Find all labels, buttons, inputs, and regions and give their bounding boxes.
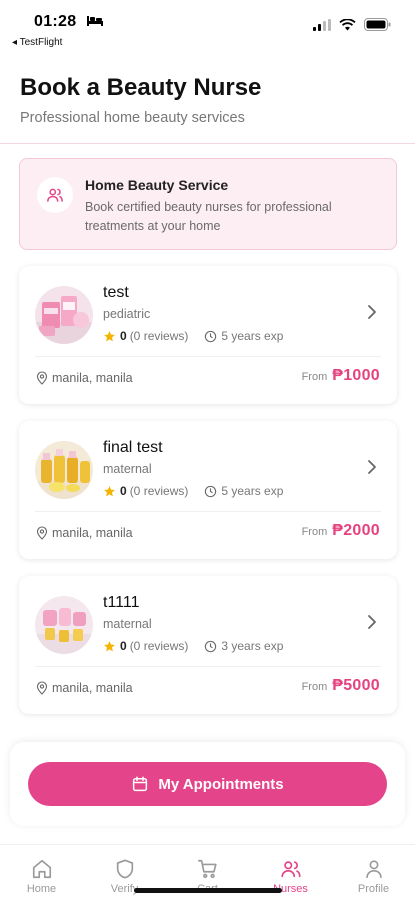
nurse-specialty: maternal — [103, 617, 152, 631]
appointments-panel: My Appointments — [10, 742, 405, 826]
star-icon — [104, 640, 115, 651]
page-subtitle: Professional home beauty services — [20, 110, 245, 126]
map-pin-icon — [36, 526, 48, 540]
star-icon — [104, 330, 115, 341]
clock-icon — [205, 640, 217, 652]
my-appointments-label: My Appointments — [158, 775, 284, 793]
nurse-name: final test — [103, 439, 163, 456]
wifi-icon — [339, 18, 356, 30]
chevron-right-icon[interactable] — [367, 614, 377, 630]
status-bar: 01:28 ◂ TestFlight — [0, 0, 415, 50]
clock-icon — [205, 330, 217, 342]
service-info-title: Home Beauty Service — [85, 177, 229, 193]
nurse-experience: 5 years exp — [204, 329, 283, 343]
price-from-label: From — [301, 371, 328, 383]
nurse-rating: 0 — [120, 639, 127, 653]
nurse-specialty: pediatric — [103, 307, 151, 321]
nurse-price: From ₱2000 — [302, 522, 380, 540]
card-divider — [35, 356, 381, 357]
price-from-label: From — [301, 526, 328, 538]
price-value: ₱2000 — [332, 522, 380, 539]
nurse-reviews: (0 reviews) — [129, 639, 189, 653]
nurse-experience-text: 3 years exp — [221, 639, 284, 653]
clock-icon — [205, 485, 217, 497]
nurse-location-text: manila, manila — [52, 526, 133, 540]
nurse-card[interactable]: final test maternal 0 (0 reviews) 5 year… — [19, 421, 397, 559]
nurse-rating-row: 0 (0 reviews) 5 years exp — [103, 484, 283, 498]
signal-icon — [313, 18, 331, 31]
nurse-location-text: manila, manila — [52, 681, 133, 695]
home-icon — [32, 859, 51, 879]
price-value: ₱1000 — [332, 367, 380, 384]
nurse-avatar — [35, 596, 93, 654]
map-pin-icon — [36, 371, 48, 385]
card-divider — [35, 511, 381, 512]
map-pin-icon — [36, 681, 48, 695]
price-value: ₱5000 — [332, 677, 380, 694]
nurse-experience-text: 5 years exp — [221, 484, 284, 498]
home-indicator[interactable] — [134, 888, 282, 893]
star-icon — [104, 485, 115, 496]
status-time: 01:28 — [34, 13, 77, 30]
header-divider — [0, 143, 415, 144]
shield-icon — [116, 859, 133, 879]
nurse-rating-row: 0 (0 reviews) 3 years exp — [103, 639, 283, 653]
nurse-name: test — [103, 284, 129, 301]
nurse-price: From ₱1000 — [302, 367, 380, 385]
battery-icon — [364, 18, 391, 31]
nav-label: Home — [26, 883, 57, 895]
nurse-card[interactable]: t1111 maternal 0 (0 reviews) 3 years exp… — [19, 576, 397, 714]
nurse-rating-row: 0 (0 reviews) 5 years exp — [103, 329, 283, 343]
nurse-location: manila, manila — [36, 371, 133, 385]
nurse-experience: 5 years exp — [204, 484, 283, 498]
calendar-icon — [133, 776, 148, 792]
nurse-location: manila, manila — [36, 681, 133, 695]
my-appointments-button[interactable]: My Appointments — [28, 762, 387, 806]
nurse-experience-text: 5 years exp — [221, 329, 284, 343]
service-info-card: Home Beauty Service Book certified beaut… — [19, 158, 397, 250]
sleep-focus-icon — [87, 16, 103, 26]
cart-icon — [197, 859, 217, 879]
nav-item-home[interactable]: Home — [0, 845, 83, 900]
back-to-testflight[interactable]: ◂ TestFlight — [12, 37, 62, 48]
nav-label: Profile — [357, 883, 390, 895]
user-icon — [365, 860, 382, 879]
nav-item-profile[interactable]: Profile — [332, 845, 415, 900]
card-divider — [35, 666, 381, 667]
nurse-experience: 3 years exp — [204, 639, 283, 653]
chevron-right-icon[interactable] — [367, 459, 377, 475]
page-title: Book a Beauty Nurse — [20, 74, 262, 101]
nurse-avatar — [35, 286, 93, 344]
nurse-specialty: maternal — [103, 462, 152, 476]
nurse-rating: 0 — [120, 484, 127, 498]
nurse-reviews: (0 reviews) — [129, 329, 189, 343]
nurse-rating: 0 — [120, 329, 127, 343]
nurse-avatar — [35, 441, 93, 499]
price-from-label: From — [301, 681, 328, 693]
nurse-reviews: (0 reviews) — [129, 484, 189, 498]
status-icons — [313, 18, 391, 31]
users-icon — [280, 861, 301, 878]
nurse-location-text: manila, manila — [52, 371, 133, 385]
nurse-card[interactable]: test pediatric 0 (0 reviews) 5 years exp… — [19, 266, 397, 404]
nurse-location: manila, manila — [36, 526, 133, 540]
nurse-price: From ₱5000 — [302, 677, 380, 695]
chevron-right-icon[interactable] — [367, 304, 377, 320]
users-icon — [37, 177, 73, 213]
nurse-name: t1111 — [103, 594, 140, 611]
service-info-description: Book certified beauty nurses for profess… — [85, 200, 332, 233]
